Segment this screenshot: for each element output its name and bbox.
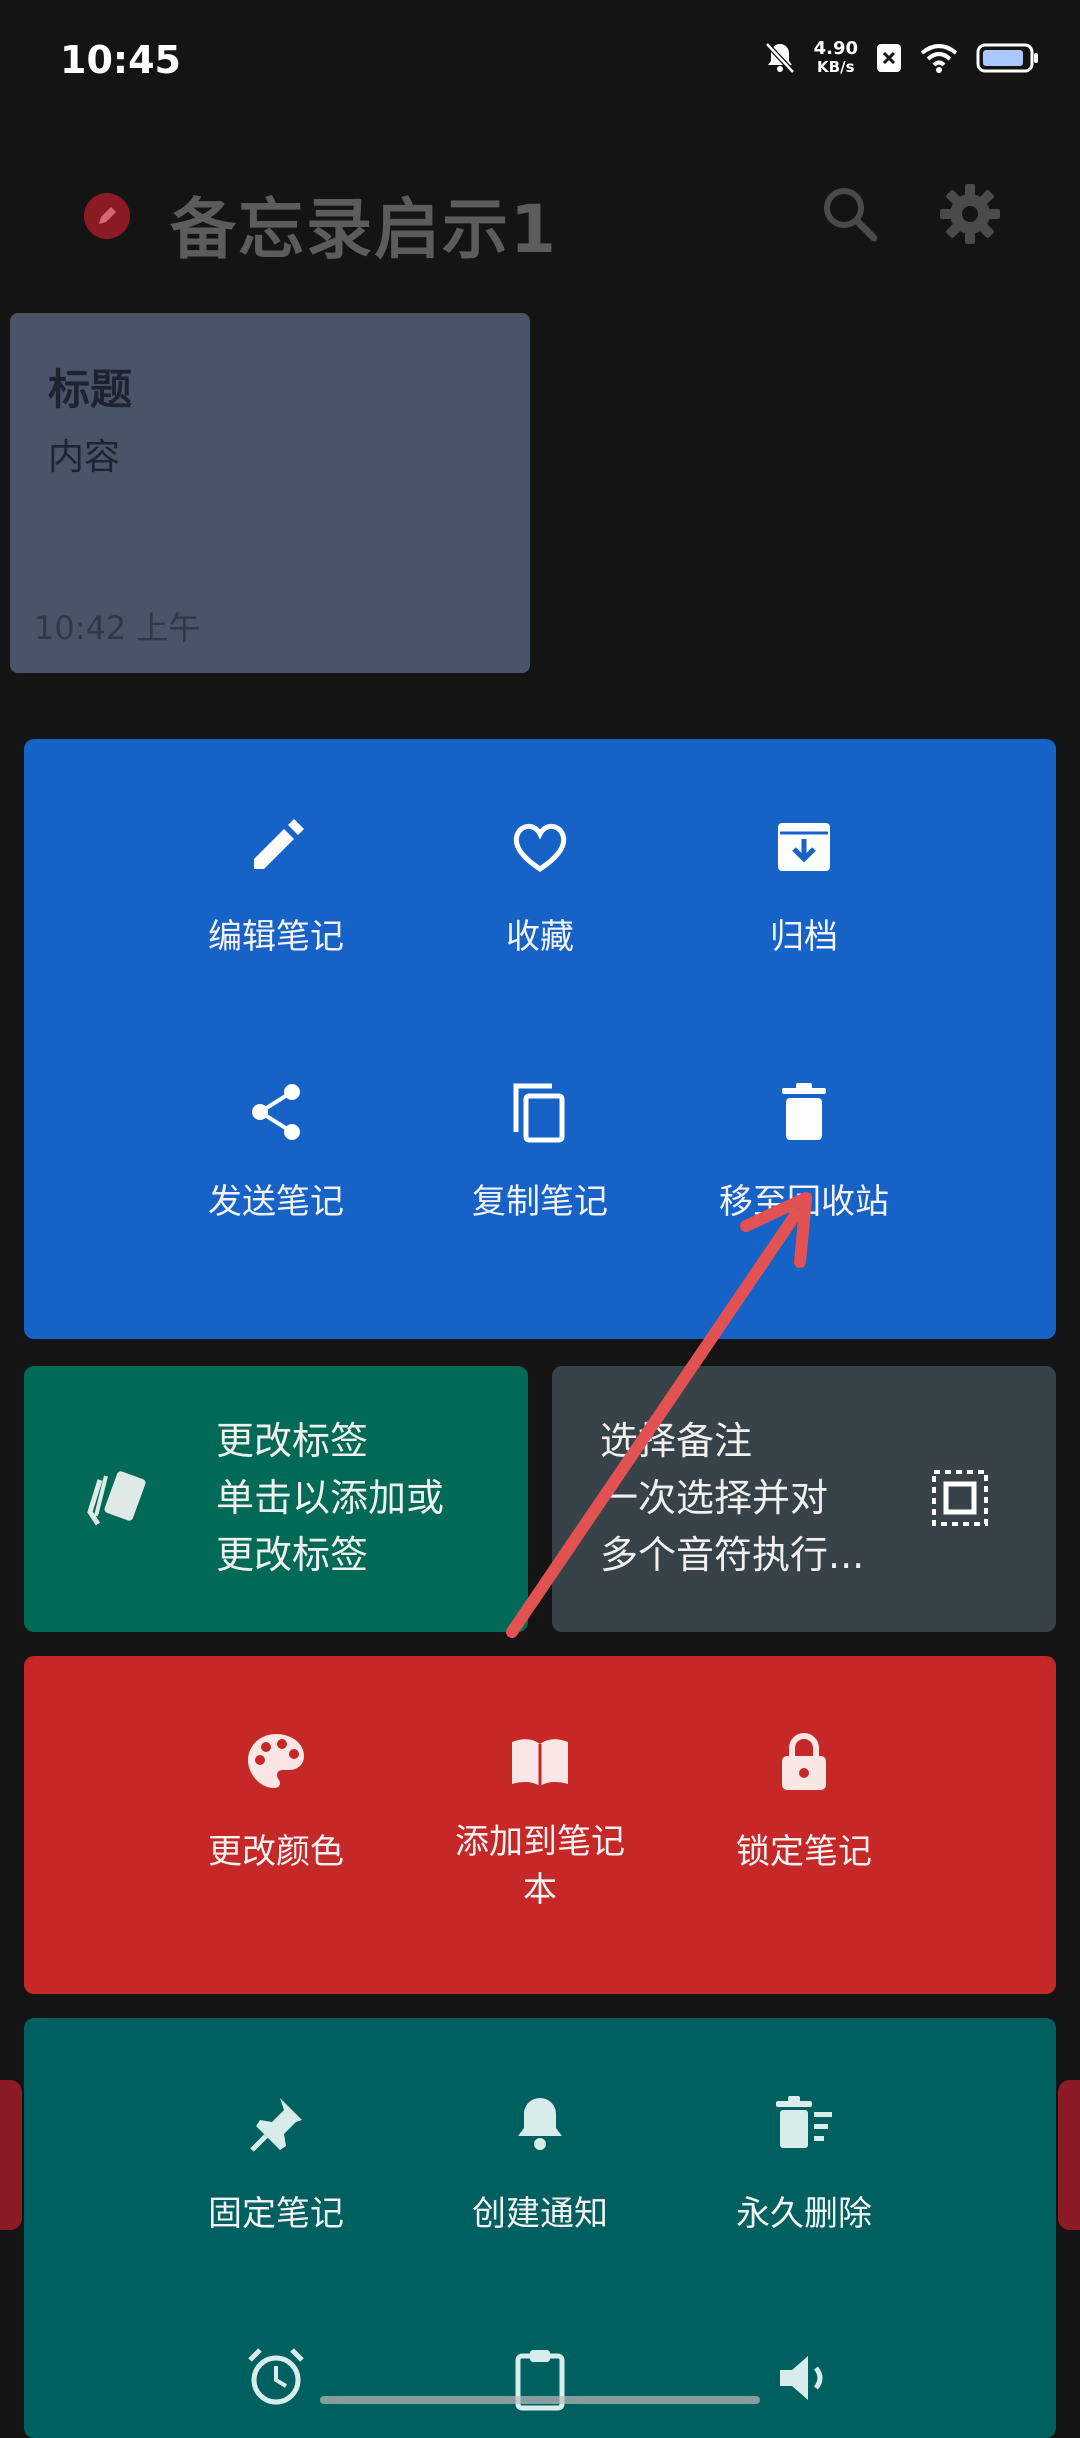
select-card-desc-1: 一次选择并对: [600, 1476, 829, 1520]
net-speed-value: 4.90: [813, 38, 858, 59]
search-icon: [824, 188, 878, 242]
pin-icon: [250, 2098, 302, 2152]
add-to-notebook-label: 添加到笔记 本: [408, 1818, 672, 1914]
tags-card-desc-1: 单击以添加或: [216, 1476, 445, 1520]
archive-button[interactable]: 归档: [672, 815, 936, 961]
lock-icon: [782, 1733, 826, 1790]
wifi-icon: [920, 44, 958, 73]
palette-icon: [248, 1734, 304, 1788]
bell-icon: [518, 2098, 562, 2150]
note-title: 标题: [48, 365, 133, 414]
favorite-label: 收藏: [506, 917, 574, 957]
copy-icon: [513, 1083, 565, 1143]
heart-icon: [513, 823, 567, 873]
change-color-button[interactable]: 更改颜色: [144, 1730, 408, 1876]
sim-x-icon: [877, 44, 901, 72]
select-card-desc-2: 多个音符执行...: [600, 1533, 865, 1577]
delete-forever-button[interactable]: 永久删除: [672, 2092, 936, 2238]
delete-forever-label: 永久删除: [736, 2194, 872, 2234]
send-note-button[interactable]: 发送笔记: [144, 1080, 408, 1226]
select-card-title: 选择备注: [600, 1419, 753, 1463]
copy-note-button[interactable]: 复制笔记: [408, 1080, 672, 1226]
tag-icon: [87, 1471, 146, 1526]
net-speed: 4.90 KB/s: [813, 38, 858, 77]
share-icon: [252, 1084, 300, 1140]
add-to-notebook-button[interactable]: 添加到笔记 本: [408, 1730, 672, 1914]
note-content: 内容: [48, 437, 121, 478]
add-to-notebook-label-line2: 本: [523, 1870, 557, 1910]
tags-card-title: 更改标签: [216, 1419, 369, 1463]
background-fab-edge-right: [1058, 2080, 1080, 2230]
create-notification-label: 创建通知: [472, 2194, 608, 2234]
send-note-label: 发送笔记: [208, 1182, 344, 1222]
add-to-notebook-label-line1: 添加到笔记: [455, 1822, 625, 1862]
delete-forever-icon: [776, 2096, 832, 2148]
app-title: 备忘录启示1: [170, 191, 558, 268]
trash-icon: [782, 1083, 826, 1140]
alarm-icon[interactable]: [244, 2346, 308, 2410]
lock-note-button[interactable]: 锁定笔记: [672, 1730, 936, 1876]
search-button[interactable]: [818, 182, 882, 246]
settings-icon: [940, 184, 1000, 244]
select-all-icon: [932, 1470, 988, 1526]
background-fab-edge-left: [0, 2080, 22, 2230]
change-color-label: 更改颜色: [208, 1832, 344, 1872]
pencil-icon: [254, 819, 304, 869]
note-time: 10:42 上午: [34, 609, 201, 647]
edit-note-button[interactable]: 编辑笔记: [144, 815, 408, 961]
move-to-trash-button[interactable]: 移至回收站: [672, 1080, 936, 1226]
mute-icon: [764, 42, 795, 74]
pin-note-label: 固定笔记: [208, 2194, 344, 2234]
app-logo: [84, 193, 130, 239]
lock-note-label: 锁定笔记: [736, 1832, 872, 1872]
settings-button[interactable]: [938, 182, 1002, 246]
archive-icon: [778, 823, 830, 871]
create-notification-button[interactable]: 创建通知: [408, 2092, 672, 2238]
book-icon: [512, 1739, 568, 1786]
favorite-button[interactable]: 收藏: [408, 815, 672, 961]
battery-icon: [976, 43, 1038, 73]
tags-card-desc-2: 更改标签: [216, 1533, 369, 1577]
home-indicator[interactable]: [320, 2396, 760, 2404]
edit-logo-icon: [99, 207, 116, 224]
status-time: 10:45: [60, 38, 181, 82]
copy-note-label: 复制笔记: [472, 1182, 608, 1222]
net-speed-unit: KB/s: [817, 58, 855, 76]
archive-label: 归档: [770, 917, 838, 957]
volume-icon[interactable]: [772, 2346, 836, 2410]
move-to-trash-label: 移至回收站: [719, 1182, 889, 1222]
status-icons: 4.90 KB/s: [764, 40, 1040, 76]
edit-note-label: 编辑笔记: [208, 917, 344, 957]
pin-note-button[interactable]: 固定笔记: [144, 2092, 408, 2238]
